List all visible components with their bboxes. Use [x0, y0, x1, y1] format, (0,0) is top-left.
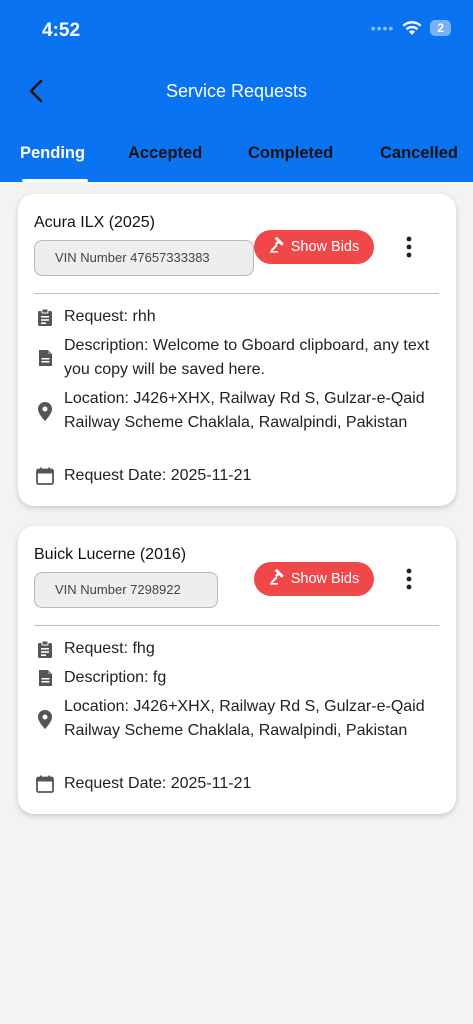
status-tabs: Pending Accepted Completed Cancelled — [0, 139, 473, 182]
request-date-row: Request Date: 2025-11-21 — [34, 464, 444, 488]
more-options-icon[interactable] — [398, 234, 420, 260]
show-bids-label: Show Bids — [290, 571, 360, 587]
request-text: Request: fhg — [64, 640, 155, 657]
calendar-icon — [34, 467, 56, 485]
show-bids-button[interactable]: Show Bids — [254, 230, 374, 264]
cell-signal-icon: •••• — [370, 20, 395, 36]
document-icon — [34, 669, 56, 687]
description-text: Description: Welcome to Gboard clipboard… — [64, 337, 430, 378]
request-date-row: Request Date: 2025-11-21 — [34, 772, 444, 796]
show-bids-button[interactable]: Show Bids — [254, 562, 374, 596]
status-icons: •••• 2 — [371, 20, 451, 36]
service-request-card: Acura ILX (2025) VIN Number 47657333383 … — [18, 194, 456, 506]
request-row: Request: rhh — [34, 305, 444, 329]
wifi-icon — [402, 20, 422, 36]
status-time: 4:52 — [42, 20, 81, 41]
request-text: Request: rhh — [64, 308, 156, 325]
card-divider — [34, 293, 439, 294]
location-row: Location: J426+XHX, Railway Rd S, Gulzar… — [34, 695, 444, 743]
active-tab-indicator — [22, 179, 88, 182]
request-date-text: Request Date: 2025-11-21 — [64, 775, 252, 792]
battery-indicator: 2 — [430, 20, 451, 36]
vin-chip: VIN Number 47657333383 — [34, 240, 254, 276]
tab-completed[interactable]: Completed — [248, 144, 333, 163]
clipboard-icon — [34, 640, 56, 659]
description-row: Description: Welcome to Gboard clipboard… — [34, 334, 444, 382]
description-text: Description: fg — [64, 669, 167, 686]
gavel-icon — [269, 236, 285, 257]
location-text: Location: J426+XHX, Railway Rd S, Gulzar… — [64, 390, 425, 431]
request-row: Request: fhg — [34, 637, 444, 661]
tab-cancelled[interactable]: Cancelled — [380, 144, 458, 163]
vin-chip: VIN Number 7298922 — [34, 572, 218, 608]
location-pin-icon — [34, 401, 56, 421]
request-date-text: Request Date: 2025-11-21 — [64, 467, 252, 484]
tab-accepted[interactable]: Accepted — [128, 144, 202, 163]
gavel-icon — [269, 568, 285, 589]
location-pin-icon — [34, 709, 56, 729]
document-icon — [34, 349, 56, 367]
card-divider — [34, 625, 439, 626]
clipboard-icon — [34, 308, 56, 327]
tab-pending[interactable]: Pending — [20, 144, 85, 163]
page-title: Service Requests — [165, 81, 308, 101]
app-header: 4:52 •••• 2 Service Requests Pending Acc… — [0, 0, 473, 182]
service-request-card: Buick Lucerne (2016) VIN Number 7298922 … — [18, 526, 456, 814]
description-row: Description: fg — [34, 666, 444, 690]
location-row: Location: J426+XHX, Railway Rd S, Gulzar… — [34, 387, 444, 435]
location-text: Location: J426+XHX, Railway Rd S, Gulzar… — [64, 698, 425, 739]
show-bids-label: Show Bids — [290, 239, 360, 255]
car-name: Buick Lucerne (2016) — [34, 546, 187, 563]
more-options-icon[interactable] — [398, 566, 420, 592]
car-name: Acura ILX (2025) — [34, 214, 155, 231]
calendar-icon — [34, 775, 56, 793]
